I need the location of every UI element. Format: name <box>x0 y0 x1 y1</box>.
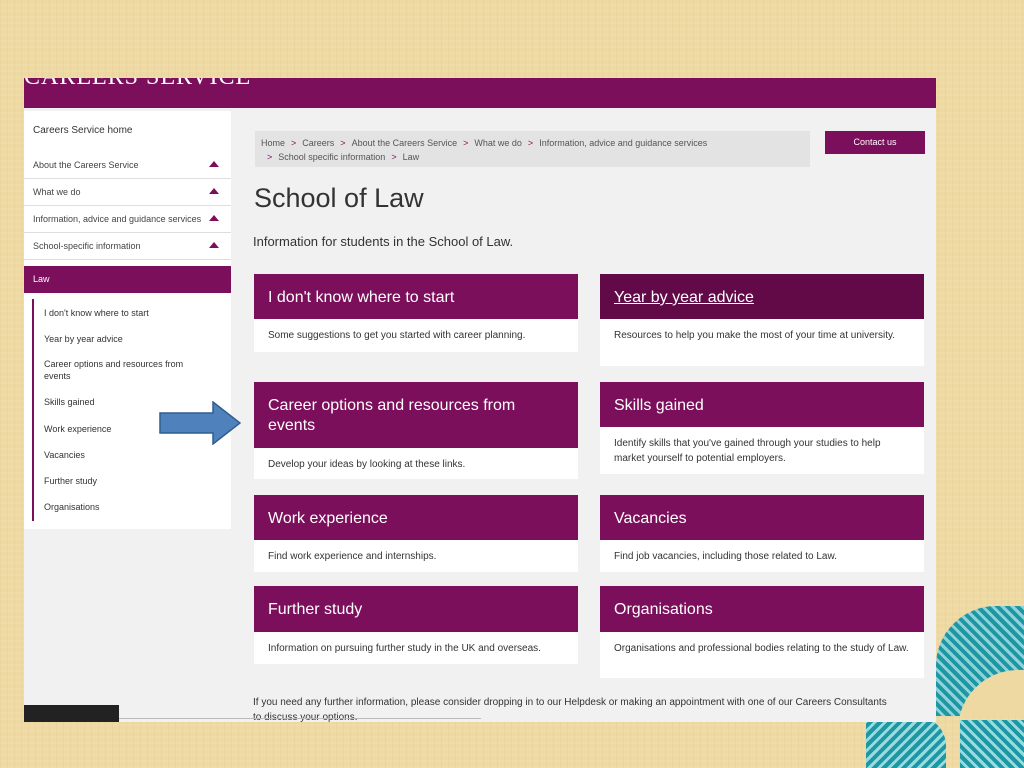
page-title: School of Law <box>254 183 424 213</box>
sidebar-item-label: Information, advice and guidance service… <box>33 214 202 224</box>
card-title[interactable]: Vacancies <box>600 495 924 540</box>
breadcrumb-separator-icon: > <box>267 152 273 162</box>
card-organisations[interactable]: Organisations Organisations and professi… <box>600 586 924 678</box>
contact-us-button[interactable]: Contact us <box>825 131 925 154</box>
breadcrumb-link[interactable]: School specific information <box>278 152 385 162</box>
card-description: Develop your ideas by looking at these l… <box>268 459 466 470</box>
card-skills-gained[interactable]: Skills gained Identify skills that you'v… <box>600 382 924 474</box>
breadcrumb-link[interactable]: Home <box>261 138 285 148</box>
card-title[interactable]: Further study <box>254 586 578 632</box>
right-arrow-icon <box>159 401 241 445</box>
card-title[interactable]: Career options and resources from events <box>254 382 578 448</box>
breadcrumb-separator-icon: > <box>391 152 397 162</box>
card-description: Find work experience and internships. <box>268 551 437 562</box>
site-header: CAREERS SERVICE <box>24 78 936 108</box>
card-title[interactable]: Work experience <box>254 495 578 540</box>
card-description: Find job vacancies, including those rela… <box>614 551 837 562</box>
sidebar-item-information-services[interactable]: Information, advice and guidance service… <box>24 206 231 233</box>
sidebar-item-what-we-do[interactable]: What we do <box>24 179 231 206</box>
card-title[interactable]: I don't know where to start <box>254 274 578 319</box>
chevron-up-icon[interactable] <box>209 242 219 248</box>
sidebar-home-link[interactable]: Careers Service home <box>33 125 132 136</box>
card-description: Some suggestions to get you started with… <box>268 330 526 341</box>
chevron-up-icon[interactable] <box>209 161 219 167</box>
sidebar-item-about[interactable]: About the Careers Service <box>24 152 231 179</box>
subnav-item[interactable]: Vacancies <box>44 449 204 461</box>
breadcrumb-link[interactable]: About the Careers Service <box>352 138 458 148</box>
website-screenshot: CAREERS SERVICE Careers Service home Abo… <box>24 78 936 722</box>
sidebar-item-label: About the Careers Service <box>33 160 139 170</box>
sidebar-item-label: What we do <box>33 187 81 197</box>
scrollbar-strip <box>24 705 119 722</box>
card-title[interactable]: Skills gained <box>600 382 924 427</box>
card-further-study[interactable]: Further study Information on pursuing fu… <box>254 586 578 664</box>
card-title[interactable]: Year by year advice <box>600 274 924 319</box>
subnav-item[interactable]: Year by year advice <box>44 333 204 345</box>
card-description: Organisations and professional bodies re… <box>614 643 909 654</box>
subnav-item[interactable]: Further study <box>44 475 204 487</box>
decorative-pattern <box>936 606 1024 716</box>
site-brand[interactable]: CAREERS SERVICE <box>24 78 251 91</box>
card-description: Information on pursuing further study in… <box>268 643 541 654</box>
card-year-by-year[interactable]: Year by year advice Resources to help yo… <box>600 274 924 366</box>
card-vacancies[interactable]: Vacancies Find job vacancies, including … <box>600 495 924 572</box>
sidebar-item-law[interactable]: Law <box>24 266 231 293</box>
breadcrumb-separator-icon: > <box>527 138 534 148</box>
card-description: Resources to help you make the most of y… <box>614 330 896 341</box>
breadcrumb-current: Law <box>402 152 420 162</box>
card-work-experience[interactable]: Work experience Find work experience and… <box>254 495 578 572</box>
subnav-item[interactable]: I don't know where to start <box>44 307 204 319</box>
sidebar-item-school-specific[interactable]: School-specific information <box>24 233 231 260</box>
breadcrumb-separator-icon: > <box>340 138 346 148</box>
breadcrumb-link[interactable]: What we do <box>474 138 522 148</box>
card-description: Identify skills that you've gained throu… <box>614 438 881 464</box>
decorative-pattern <box>960 720 1024 768</box>
breadcrumb-link[interactable]: Information, advice and guidance service… <box>539 138 707 148</box>
page-lead: Information for students in the School o… <box>253 234 514 249</box>
decorative-pattern <box>866 716 946 768</box>
breadcrumb-separator-icon: > <box>291 138 297 148</box>
divider <box>119 718 481 719</box>
subnav-item[interactable]: Organisations <box>44 501 204 513</box>
card-title[interactable]: Organisations <box>600 586 924 632</box>
card-career-options[interactable]: Career options and resources from events… <box>254 382 578 479</box>
breadcrumb-separator-icon: > <box>463 138 469 148</box>
card-dont-know-where-to-start[interactable]: I don't know where to start Some suggest… <box>254 274 578 352</box>
sidebar-nav: Careers Service home About the Careers S… <box>24 111 231 529</box>
chevron-up-icon[interactable] <box>209 215 219 221</box>
breadcrumb: Home > Careers > About the Careers Service > W… <box>255 131 810 167</box>
sidebar-item-label: School-specific information <box>33 241 141 251</box>
chevron-up-icon[interactable] <box>209 188 219 194</box>
subnav-item[interactable]: Career options and resources from events <box>44 358 204 382</box>
breadcrumb-link[interactable]: Careers <box>302 138 334 148</box>
